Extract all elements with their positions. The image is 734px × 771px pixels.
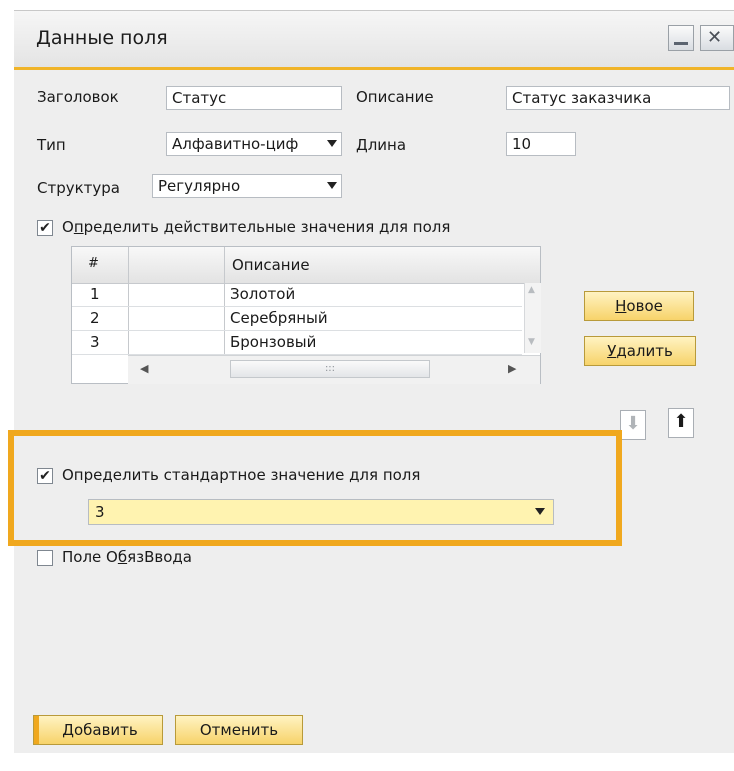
- mandatory-label: Поле ОбязВвода: [62, 548, 192, 566]
- move-up-button[interactable]: ⬆: [668, 408, 694, 438]
- column-header-number: #: [88, 256, 99, 271]
- type-label: Тип: [37, 136, 66, 154]
- add-button[interactable]: Добавить: [33, 715, 163, 745]
- default-button-accent: [34, 716, 39, 744]
- table-row[interactable]: 1 Золотой: [72, 283, 522, 307]
- title-input[interactable]: Статус: [166, 86, 342, 110]
- delete-button[interactable]: Удалить: [584, 336, 696, 366]
- scroll-left-icon[interactable]: ◀: [140, 362, 148, 375]
- type-dropdown[interactable]: Алфавитно-циф: [166, 132, 342, 156]
- horizontal-scrollbar[interactable]: ◀ ::: ▶: [128, 355, 540, 384]
- type-value: Алфавитно-циф: [172, 135, 299, 153]
- table-row[interactable]: 3 Бронзовый: [72, 331, 522, 355]
- length-input[interactable]: 10: [506, 132, 576, 156]
- close-icon: ✕: [707, 27, 723, 48]
- structure-value: Регулярно: [158, 177, 241, 195]
- cancel-button[interactable]: Отменить: [175, 715, 303, 745]
- chevron-down-icon: [327, 182, 337, 189]
- minimize-button[interactable]: [668, 25, 694, 51]
- description-label: Описание: [356, 88, 434, 106]
- mandatory-checkbox[interactable]: [37, 550, 53, 566]
- description-input[interactable]: Статус заказчика: [506, 86, 730, 110]
- scroll-thumb[interactable]: :::: [230, 360, 430, 378]
- valid-values-label: Определить действительные значения для п…: [62, 218, 451, 236]
- highlight-frame: [8, 430, 622, 546]
- new-button[interactable]: Новое: [584, 291, 694, 321]
- scroll-up-icon[interactable]: ▲: [528, 285, 535, 295]
- close-button[interactable]: ✕: [700, 25, 734, 51]
- scroll-down-icon[interactable]: ▼: [528, 337, 535, 347]
- valid-values-grid: # Описание 1 Золотой 2 Серебряный 3 Брон…: [71, 246, 541, 384]
- move-down-button[interactable]: ⬇: [620, 410, 646, 440]
- arrow-up-icon: ⬆: [673, 411, 689, 432]
- grid-header: # Описание: [72, 247, 540, 284]
- scroll-right-icon[interactable]: ▶: [508, 362, 516, 375]
- length-label: Длина: [356, 136, 407, 154]
- table-row[interactable]: 2 Серебряный: [72, 307, 522, 331]
- structure-label: Структура: [37, 179, 120, 197]
- title-label: Заголовок: [37, 88, 119, 106]
- column-header-description: Описание: [232, 256, 310, 274]
- vertical-scrollbar[interactable]: ▲ ▼: [524, 283, 541, 353]
- arrow-down-icon: ⬇: [625, 413, 641, 434]
- structure-dropdown[interactable]: Регулярно: [152, 174, 342, 198]
- title-bar: Данные поля ✕: [14, 11, 734, 70]
- valid-values-checkbox[interactable]: ✔: [37, 220, 53, 236]
- chevron-down-icon: [327, 140, 337, 147]
- dialog-title: Данные поля: [36, 27, 168, 49]
